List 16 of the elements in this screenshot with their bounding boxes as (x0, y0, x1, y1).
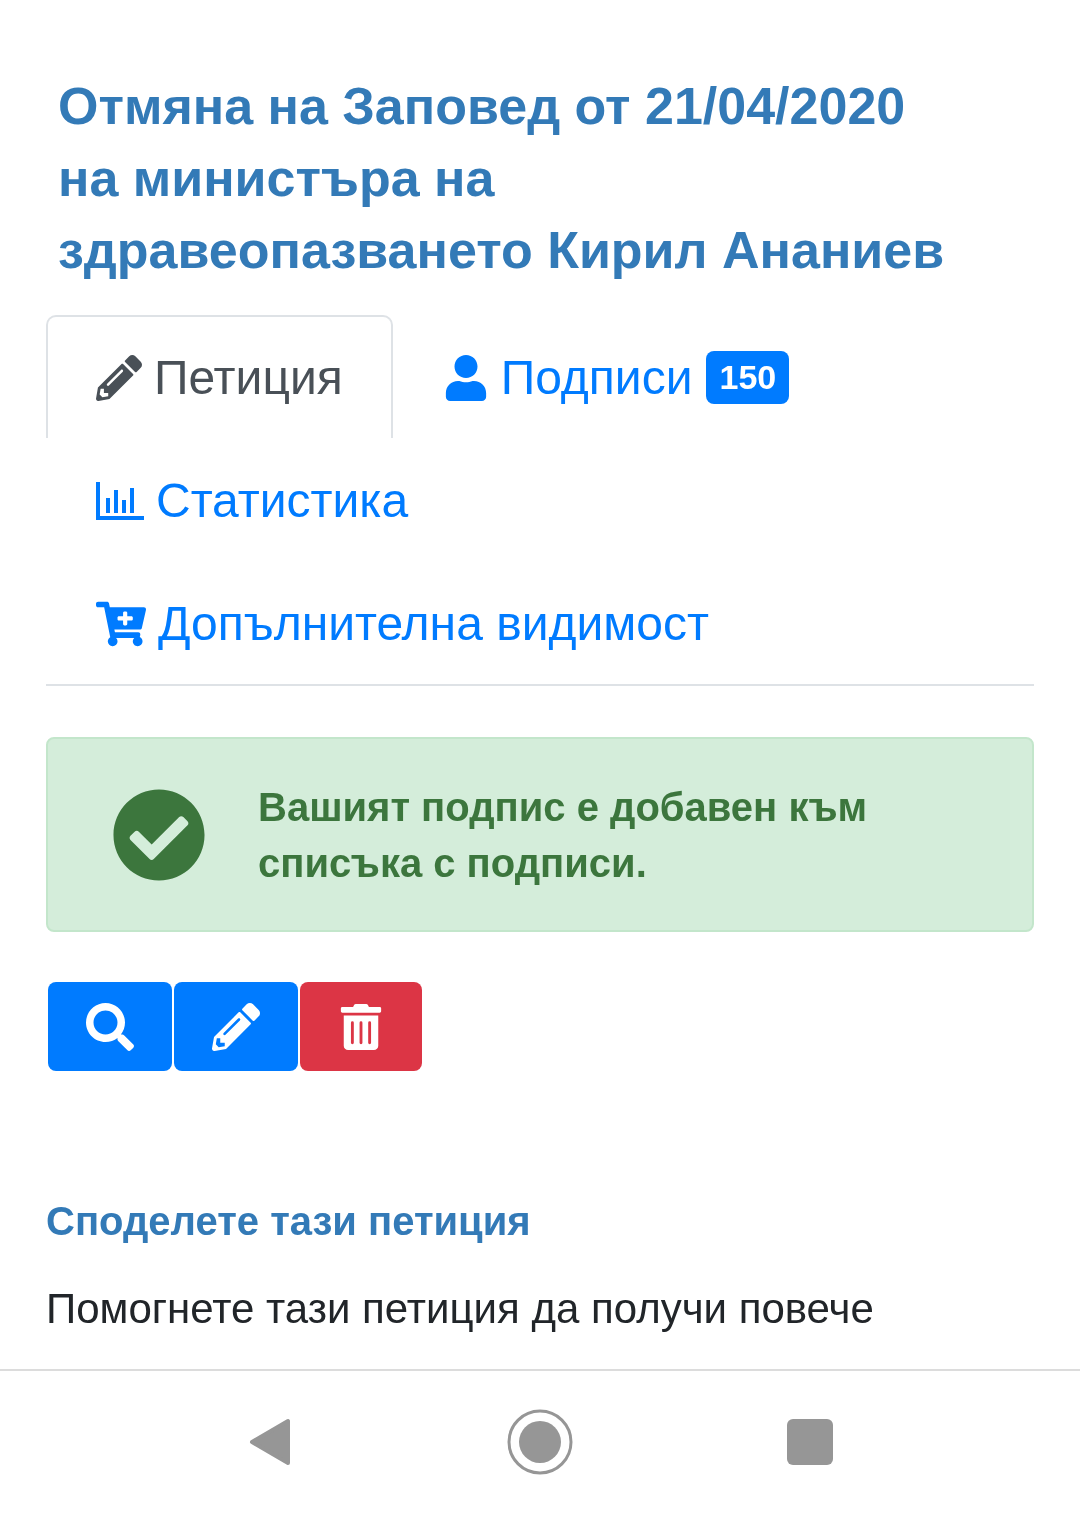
alert-message: Вашият подпис е добавен към списъка с подписи. (258, 783, 869, 887)
share-text: Помогнете тази петиция да получи повече (46, 1284, 875, 1334)
back-icon[interactable] (249, 1418, 291, 1466)
pencil-icon (96, 354, 142, 401)
search-button[interactable] (48, 982, 172, 1071)
share-heading: Споделете тази петиция (46, 1198, 532, 1245)
edit-button[interactable] (174, 982, 298, 1071)
delete-button[interactable] (300, 982, 422, 1071)
pencil-icon (212, 1002, 260, 1051)
count-badge: 150 (706, 351, 790, 404)
trash-icon (338, 1003, 384, 1050)
nav-tab[interactable]: Петиция (46, 315, 393, 438)
home-icon[interactable] (507, 1409, 573, 1475)
bar-chart-icon (96, 481, 144, 520)
search-icon (86, 1002, 134, 1051)
page-title: Отмяна на Заповед от 21/04/2020 на министъра на здравеопазването Кирил Ананиев (58, 76, 946, 281)
